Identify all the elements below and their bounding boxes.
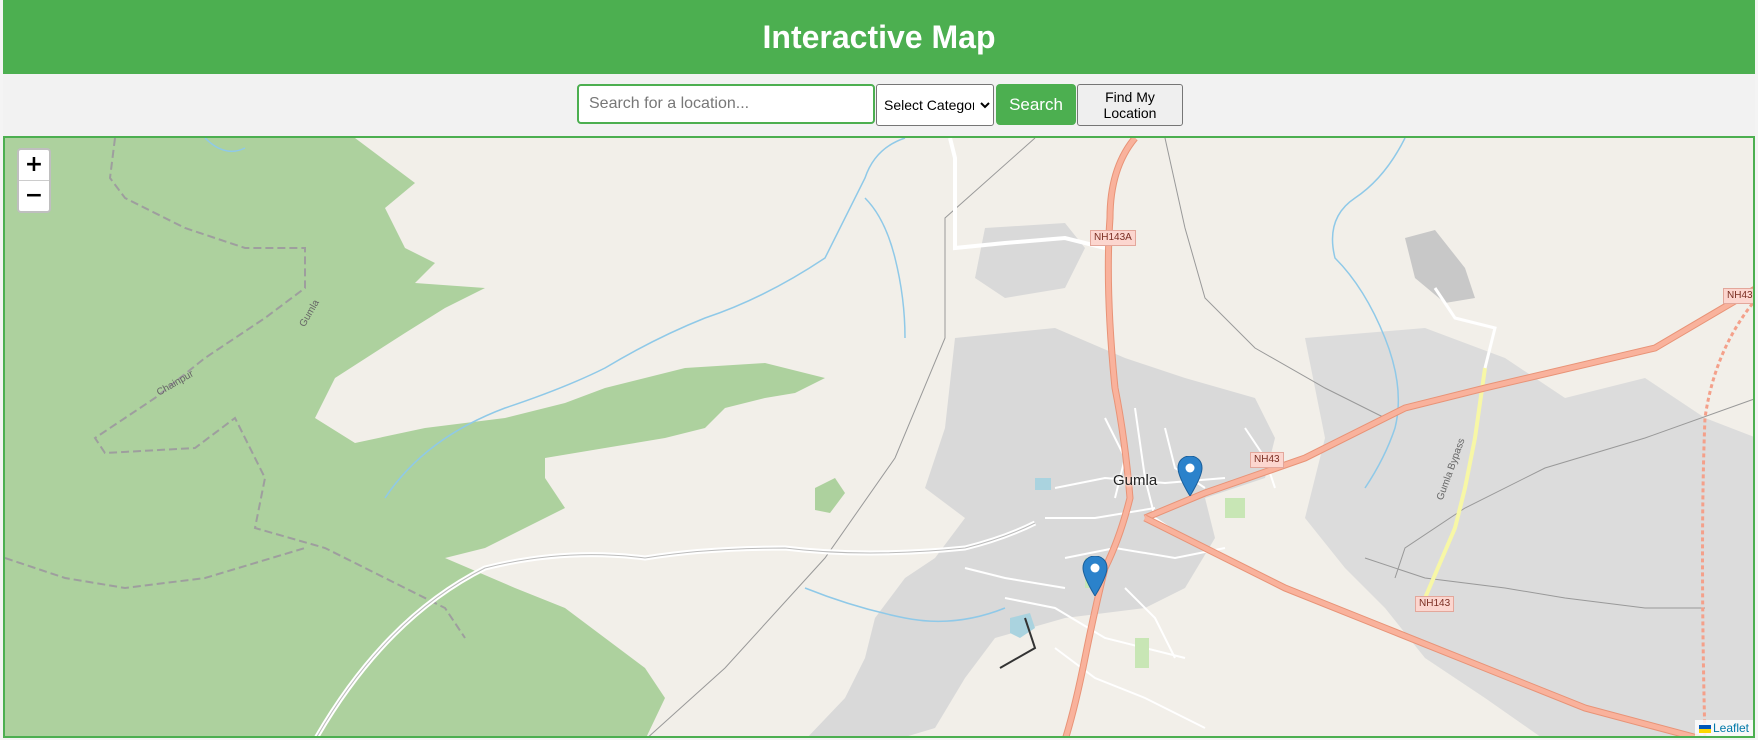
road-shield-nh143a: NH143A <box>1090 230 1136 246</box>
page-title: Interactive Map <box>762 18 996 55</box>
town-label-gumla: Gumla <box>1113 472 1158 489</box>
water-tank <box>1035 478 1051 490</box>
zoom-in-button[interactable]: + <box>19 150 49 181</box>
map-marker-north[interactable] <box>1177 456 1203 496</box>
road-shield-nh143: NH143 <box>1415 596 1455 612</box>
ukraine-flag-icon <box>1698 724 1711 733</box>
attribution-link[interactable]: Leaflet <box>1713 721 1749 735</box>
park-green-3 <box>1135 638 1149 668</box>
zoom-out-button[interactable]: − <box>19 181 49 211</box>
category-select[interactable]: Select Category <box>876 84 994 126</box>
road-shield-nh43-center: NH43 <box>1250 452 1284 468</box>
map-tiles[interactable] <box>5 138 1755 738</box>
zoom-control: + − <box>17 148 51 213</box>
search-toolbar: Select Category Search Find My Location <box>3 74 1755 136</box>
map-container[interactable]: Gumla NH143A NH43 NH43 NH143 Gumla Bypas… <box>3 136 1755 738</box>
park-green-2 <box>1225 498 1245 518</box>
find-my-location-button[interactable]: Find My Location <box>1077 84 1183 126</box>
map-marker-south[interactable] <box>1082 556 1108 596</box>
search-input[interactable] <box>577 84 875 124</box>
road-shield-nh43-east: NH43 <box>1723 288 1753 304</box>
map-attribution: Leaflet <box>1694 720 1753 736</box>
search-button[interactable]: Search <box>996 84 1076 125</box>
app-header: Interactive Map <box>3 0 1755 74</box>
